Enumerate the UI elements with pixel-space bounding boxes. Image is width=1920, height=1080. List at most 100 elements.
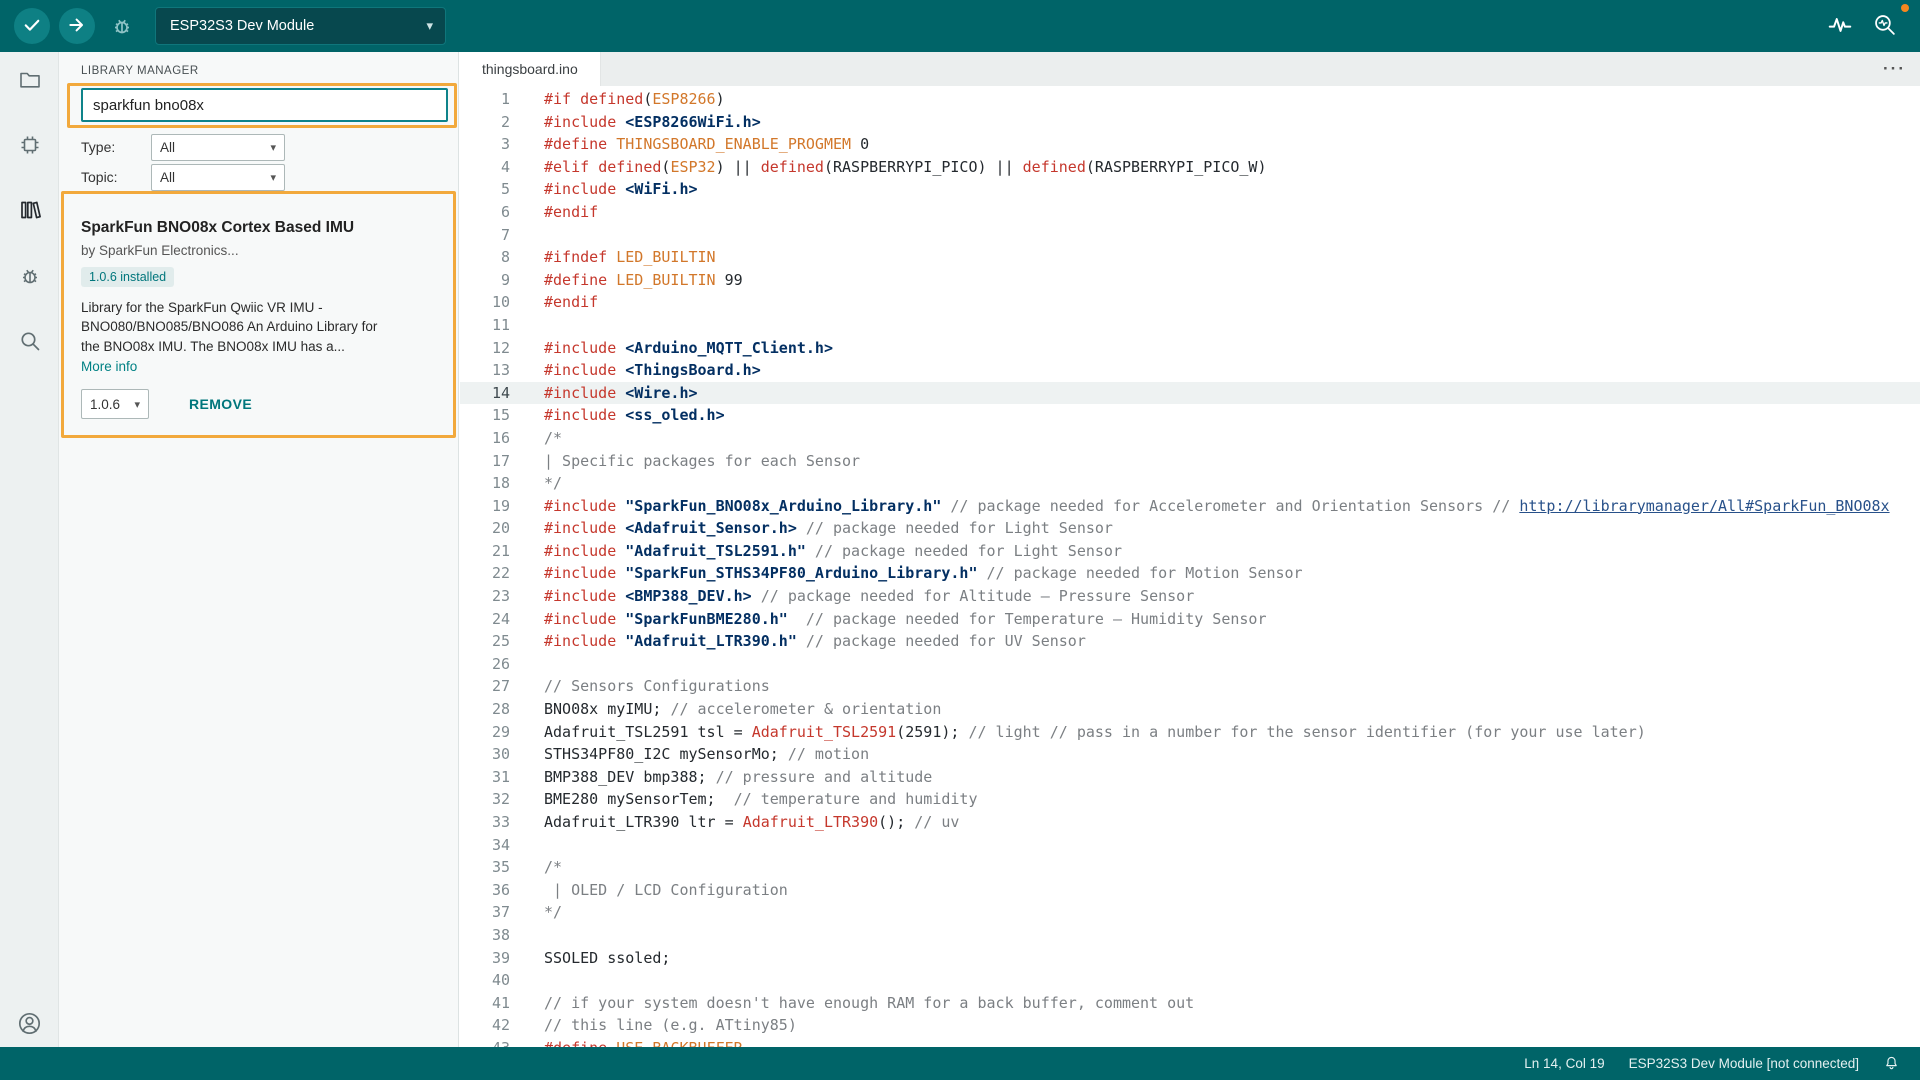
code-line[interactable]: 4#elif defined(ESP32) || defined(RASPBER… (460, 156, 1920, 179)
upload-button[interactable] (59, 8, 95, 44)
line-number: 24 (460, 608, 510, 631)
line-number: 42 (460, 1014, 510, 1037)
code-text: BMP388_DEV bmp388; // pressure and altit… (510, 766, 932, 789)
line-number: 6 (460, 201, 510, 224)
code-line[interactable]: 1#if defined(ESP8266) (460, 88, 1920, 111)
line-number: 8 (460, 246, 510, 269)
code-line[interactable]: 18*/ (460, 472, 1920, 495)
topic-filter-select[interactable]: All ▾ (151, 164, 285, 191)
line-number: 36 (460, 879, 510, 902)
code-line[interactable]: 3#define THINGSBOARD_ENABLE_PROGMEM 0 (460, 133, 1920, 156)
code-line[interactable]: 12#include <Arduino_MQTT_Client.h> (460, 337, 1920, 360)
code-line[interactable]: 7 (460, 224, 1920, 247)
code-line[interactable]: 13#include <ThingsBoard.h> (460, 359, 1920, 382)
code-line[interactable]: 15#include <ss_oled.h> (460, 404, 1920, 427)
line-number: 38 (460, 924, 510, 947)
debug-button[interactable] (109, 14, 135, 40)
code-line[interactable]: 38 (460, 924, 1920, 947)
topic-filter-value: All (160, 170, 175, 185)
code-line[interactable]: 40 (460, 969, 1920, 992)
type-filter-select[interactable]: All ▾ (151, 134, 285, 161)
code-line[interactable]: 43#define USE_BACKBUFFER (460, 1037, 1920, 1047)
code-text: #elif defined(ESP32) || defined(RASPBERR… (510, 156, 1267, 179)
cursor-position[interactable]: Ln 14, Col 19 (1524, 1056, 1604, 1071)
code-line[interactable]: 10#endif (460, 291, 1920, 314)
code-line[interactable]: 11 (460, 314, 1920, 337)
code-line[interactable]: 6#endif (460, 201, 1920, 224)
line-number: 39 (460, 947, 510, 970)
library-author: by SparkFun Electronics... (81, 243, 433, 258)
sidebar-item-search[interactable] (0, 320, 59, 364)
code-line[interactable]: 36 | OLED / LCD Configuration (460, 879, 1920, 902)
code-text: #include "SparkFun_STHS34PF80_Arduino_Li… (510, 562, 1303, 585)
code-line[interactable]: 27// Sensors Configurations (460, 675, 1920, 698)
line-number: 5 (460, 178, 510, 201)
code-line[interactable]: 33Adafruit_LTR390 ltr = Adafruit_LTR390(… (460, 811, 1920, 834)
line-number: 33 (460, 811, 510, 834)
sidebar-item-sketchbook[interactable] (0, 59, 59, 103)
code-line[interactable]: 24#include "SparkFunBME280.h" // package… (460, 608, 1920, 631)
code-line[interactable]: 37*/ (460, 901, 1920, 924)
activity-bar (0, 52, 59, 1047)
code-line[interactable]: 35/* (460, 856, 1920, 879)
code-line[interactable]: 39SSOLED ssoled; (460, 947, 1920, 970)
code-line[interactable]: 29Adafruit_TSL2591 tsl = Adafruit_TSL259… (460, 721, 1920, 744)
code-line[interactable]: 20#include <Adafruit_Sensor.h> // packag… (460, 517, 1920, 540)
code-text: #if defined(ESP8266) (510, 88, 725, 111)
line-number: 21 (460, 540, 510, 563)
code-line[interactable]: 17| Specific packages for each Sensor (460, 450, 1920, 473)
installed-badge: 1.0.6 installed (81, 267, 174, 287)
code-text: #include <Wire.h> (510, 382, 698, 405)
code-line[interactable]: 42// this line (e.g. ATtiny85) (460, 1014, 1920, 1037)
code-text: STHS34PF80_I2C mySensorMo; // motion (510, 743, 869, 766)
tab-thingsboard-ino[interactable]: thingsboard.ino (460, 52, 601, 86)
board-status[interactable]: ESP32S3 Dev Module [not connected] (1629, 1056, 1859, 1071)
person-icon (17, 1011, 42, 1039)
sidebar-item-boards-manager[interactable] (0, 124, 59, 168)
code-line[interactable]: 41// if your system doesn't have enough … (460, 992, 1920, 1015)
code-line[interactable]: 21#include "Adafruit_TSL2591.h" // packa… (460, 540, 1920, 563)
code-line[interactable]: 31BMP388_DEV bmp388; // pressure and alt… (460, 766, 1920, 789)
code-line[interactable]: 22#include "SparkFun_STHS34PF80_Arduino_… (460, 562, 1920, 585)
code-line[interactable]: 5#include <WiFi.h> (460, 178, 1920, 201)
code-editor[interactable]: 1#if defined(ESP8266)2#include <ESP8266W… (460, 86, 1920, 1047)
sidebar-item-debug[interactable] (0, 255, 59, 299)
remove-button[interactable]: REMOVE (189, 396, 252, 412)
code-line[interactable]: 25#include "Adafruit_LTR390.h" // packag… (460, 630, 1920, 653)
more-info-link[interactable]: More info (81, 359, 151, 374)
line-number: 25 (460, 630, 510, 653)
account-button[interactable] (0, 1003, 59, 1047)
code-line[interactable]: 28BNO08x myIMU; // accelerometer & orien… (460, 698, 1920, 721)
code-text: Adafruit_TSL2591 tsl = Adafruit_TSL2591(… (510, 721, 1646, 744)
code-line[interactable]: 9#define LED_BUILTIN 99 (460, 269, 1920, 292)
code-line[interactable]: 32BME280 mySensorTem; // temperature and… (460, 788, 1920, 811)
notification-dot (1901, 4, 1909, 12)
code-line[interactable]: 26 (460, 653, 1920, 676)
line-number: 27 (460, 675, 510, 698)
code-line[interactable]: 8#ifndef LED_BUILTIN (460, 246, 1920, 269)
code-line[interactable]: 14#include <Wire.h> (460, 382, 1920, 405)
magnifier-pulse-icon (1872, 12, 1897, 40)
verify-button[interactable] (14, 8, 50, 44)
code-text: BME280 mySensorTem; // temperature and h… (510, 788, 978, 811)
editor-more-actions-button[interactable]: ··· (1883, 52, 1906, 86)
library-search-input[interactable] (81, 88, 448, 122)
library-name: SparkFun BNO08x Cortex Based IMU (81, 219, 433, 238)
code-text (510, 924, 544, 947)
code-text: #define THINGSBOARD_ENABLE_PROGMEM 0 (510, 133, 869, 156)
version-select[interactable]: 1.0.6 ▾ (81, 389, 149, 419)
chevron-down-icon: ▾ (270, 171, 276, 184)
code-line[interactable]: 19#include "SparkFun_BNO08x_Arduino_Libr… (460, 495, 1920, 518)
code-line[interactable]: 30STHS34PF80_I2C mySensorMo; // motion (460, 743, 1920, 766)
code-line[interactable]: 34 (460, 834, 1920, 857)
line-number: 43 (460, 1037, 510, 1047)
code-text: // this line (e.g. ATtiny85) (510, 1014, 797, 1037)
bell-icon[interactable] (1883, 1055, 1900, 1072)
code-line[interactable]: 2#include <ESP8266WiFi.h> (460, 111, 1920, 134)
code-line[interactable]: 16/* (460, 427, 1920, 450)
serial-plotter-button[interactable] (1826, 12, 1854, 40)
sidebar-item-library-manager[interactable] (0, 189, 59, 233)
serial-monitor-button[interactable] (1870, 12, 1898, 40)
board-selector-dropdown[interactable]: ESP32S3 Dev Module ▾ (155, 7, 446, 45)
code-line[interactable]: 23#include <BMP388_DEV.h> // package nee… (460, 585, 1920, 608)
